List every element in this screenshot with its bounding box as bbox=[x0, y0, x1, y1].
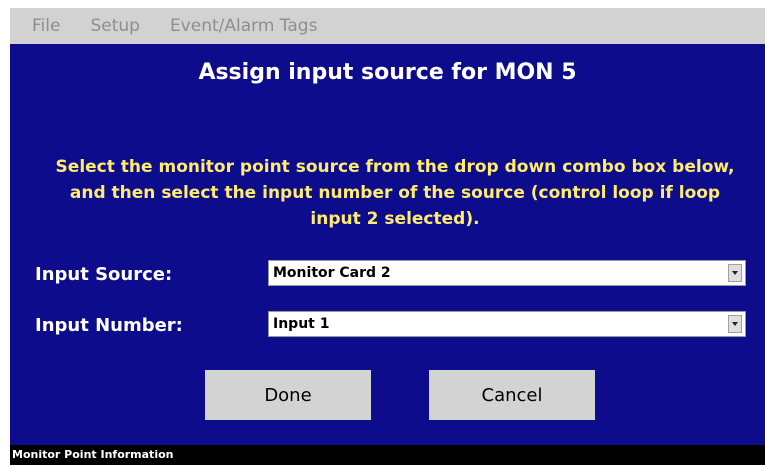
input-number-label: Input Number: bbox=[35, 315, 183, 336]
menu-file[interactable]: File bbox=[10, 16, 74, 36]
cancel-button[interactable]: Cancel bbox=[429, 370, 595, 420]
dialog-title: Assign input source for MON 5 bbox=[198, 60, 577, 85]
input-number-combo[interactable]: Input 1 bbox=[268, 311, 746, 337]
dialog-panel: Assign input source for MON 5 Select the… bbox=[10, 44, 765, 445]
input-source-value: Monitor Card 2 bbox=[273, 265, 391, 281]
input-number-value: Input 1 bbox=[273, 316, 330, 332]
status-bar: Monitor Point Information bbox=[10, 445, 765, 465]
input-source-label: Input Source: bbox=[35, 264, 173, 285]
instruction-text: Select the monitor point source from the… bbox=[55, 157, 735, 229]
menu-bar: File Setup Event/Alarm Tags bbox=[10, 8, 765, 45]
dropdown-arrow-icon[interactable] bbox=[728, 264, 742, 282]
menu-setup[interactable]: Setup bbox=[74, 16, 153, 36]
menu-event-alarm-tags[interactable]: Event/Alarm Tags bbox=[154, 16, 332, 36]
dropdown-arrow-icon[interactable] bbox=[728, 315, 742, 333]
input-source-combo[interactable]: Monitor Card 2 bbox=[268, 260, 746, 286]
done-button[interactable]: Done bbox=[205, 370, 371, 420]
